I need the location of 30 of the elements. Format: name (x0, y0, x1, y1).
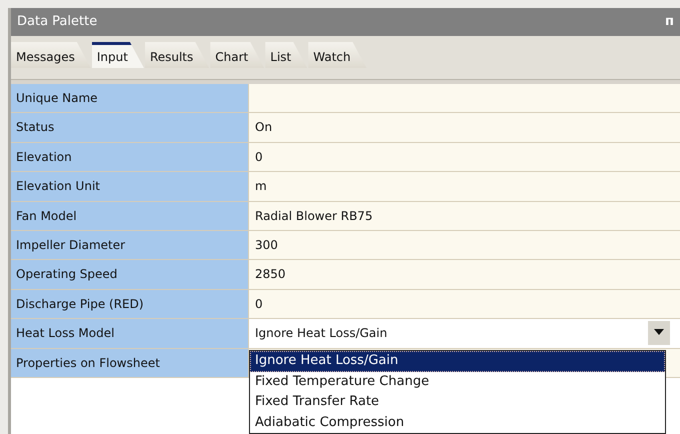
value-field[interactable]: 0 (249, 290, 680, 318)
dropdown-option[interactable]: Fixed Temperature Change (250, 372, 665, 392)
property-label: Elevation Unit (11, 172, 249, 201)
window-title: Data Palette (17, 13, 98, 32)
dropdown-option[interactable]: Ignore Heat Loss/Gain (250, 351, 665, 372)
value-field[interactable]: 0 (249, 142, 680, 172)
property-label: Impeller Diameter (11, 230, 249, 260)
value-field[interactable]: m (249, 172, 680, 201)
pin-button[interactable]: ᴨ (665, 12, 674, 32)
property-label: Properties on Flowsheet (11, 348, 249, 377)
value-field[interactable]: 2850 (249, 260, 680, 289)
tab[interactable]: Chart (210, 42, 264, 68)
tab[interactable]: Messages (11, 42, 91, 68)
value-field[interactable]: On (249, 113, 680, 142)
value-field[interactable] (249, 84, 680, 112)
property-label: Unique Name (11, 84, 249, 112)
property-label: Discharge Pipe (RED) (11, 290, 249, 318)
dropdown-option[interactable]: Fixed Transfer Rate (250, 392, 665, 412)
tab[interactable]: Results (144, 42, 210, 68)
property-label: Elevation (11, 142, 249, 172)
property-label: Operating Speed (11, 260, 249, 289)
value-field[interactable]: 300 (249, 230, 680, 260)
tab[interactable]: Watch (308, 42, 367, 68)
property-label: Fan Model (11, 202, 249, 230)
tab[interactable]: List (265, 42, 308, 68)
property-label: Heat Loss Model (11, 319, 249, 348)
property-label: Status (11, 113, 249, 142)
tab[interactable]: Input (92, 42, 144, 68)
value-field[interactable]: Radial Blower RB75 (249, 202, 680, 230)
dropdown-option[interactable]: Adiabatic Compression (250, 412, 665, 433)
